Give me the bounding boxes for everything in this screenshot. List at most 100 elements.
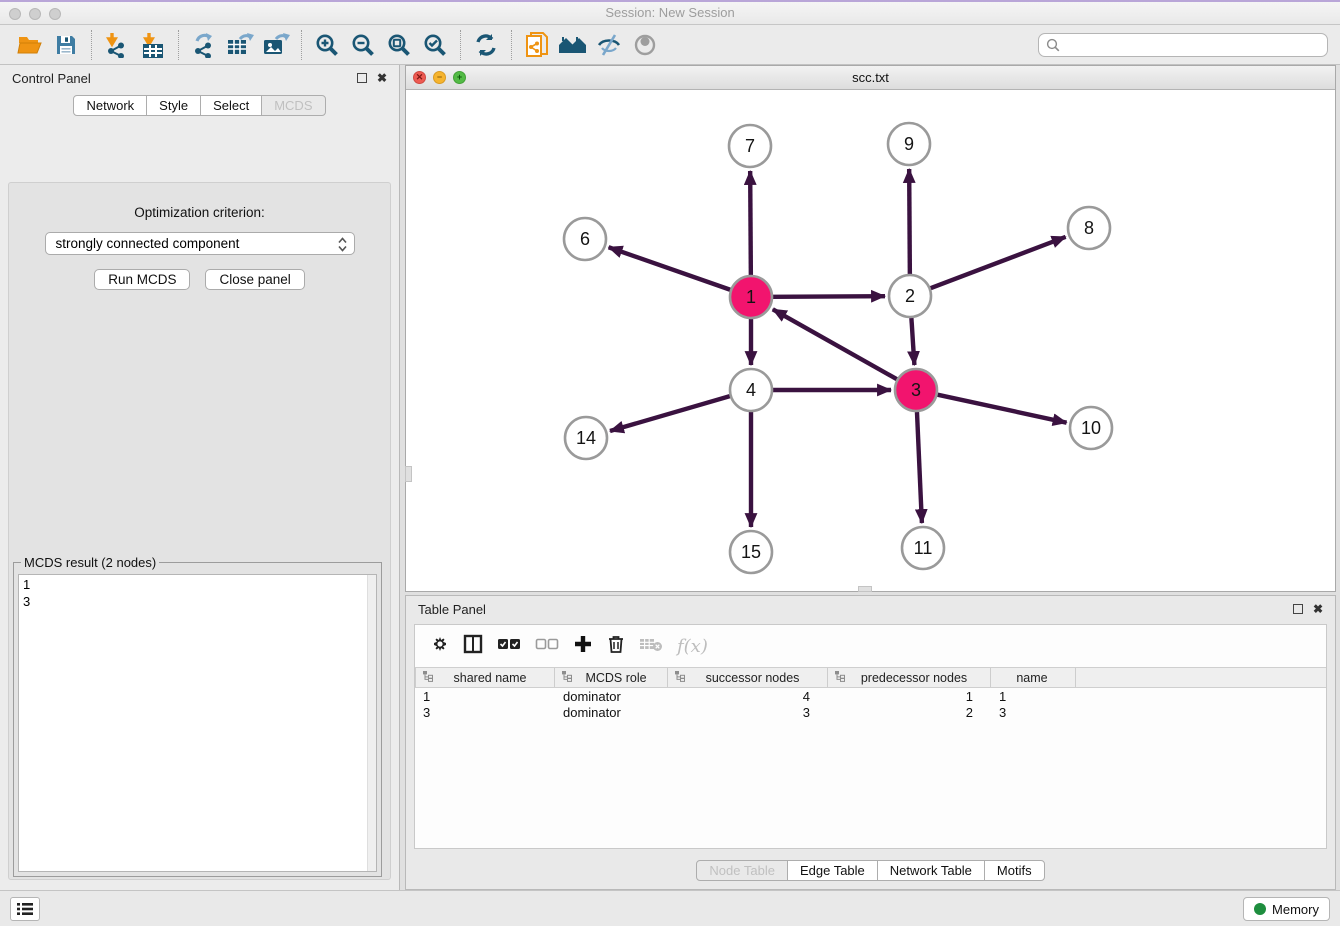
close-network-icon[interactable]: ✕ (413, 71, 426, 84)
memory-status-icon (1254, 903, 1266, 915)
network-title: scc.txt (406, 66, 1335, 90)
table-row[interactable]: 1dominator411 (415, 688, 1326, 704)
column-header-name[interactable]: name (991, 668, 1076, 687)
graph-node-3[interactable]: 3 (895, 369, 937, 411)
zoom-selected-icon[interactable] (417, 29, 453, 61)
add-column-icon[interactable] (573, 634, 593, 659)
graph-node-4[interactable]: 4 (730, 369, 772, 411)
tab-style[interactable]: Style (146, 95, 201, 116)
import-table-icon[interactable] (135, 29, 171, 61)
mcds-result-fieldset: MCDS result (2 nodes) 13 (13, 555, 382, 877)
tab-select[interactable]: Select (200, 95, 262, 116)
column-label: name (997, 671, 1075, 685)
window-titlebar: Session: New Session (0, 0, 1340, 25)
save-session-icon[interactable] (48, 29, 84, 61)
tab-mcds[interactable]: MCDS (261, 95, 325, 116)
tab-motifs[interactable]: Motifs (984, 860, 1045, 881)
splitter-grip[interactable] (858, 586, 872, 592)
zoom-in-icon[interactable] (309, 29, 345, 61)
edge-3-10[interactable] (937, 395, 1066, 423)
graph-node-11[interactable]: 11 (902, 527, 944, 569)
float-table-panel-icon[interactable] (1293, 604, 1303, 614)
graph-node-6[interactable]: 6 (564, 218, 606, 260)
minimize-window-icon[interactable] (29, 8, 41, 20)
select-all-columns-icon[interactable] (497, 637, 521, 656)
hide-selected-icon[interactable] (591, 29, 627, 61)
edge-2-9[interactable] (909, 169, 910, 274)
network-canvas[interactable]: 7 9 6 8 1 2 4 3 14 10 15 11 (406, 90, 1335, 591)
window-controls[interactable] (9, 8, 61, 20)
show-hidden-icon[interactable] (627, 29, 663, 61)
import-network-icon[interactable] (99, 29, 135, 61)
settings-gear-icon[interactable] (429, 634, 449, 659)
two-columns-icon[interactable] (463, 634, 483, 659)
graph-node-9[interactable]: 9 (888, 123, 930, 165)
result-scrollbar[interactable] (367, 575, 376, 871)
graph-node-14[interactable]: 14 (565, 417, 607, 459)
float-panel-icon[interactable] (357, 73, 367, 83)
zoom-out-icon[interactable] (345, 29, 381, 61)
edge-3-11[interactable] (917, 412, 922, 523)
minimize-network-icon[interactable]: − (433, 71, 446, 84)
tab-network[interactable]: Network (73, 95, 147, 116)
search-input[interactable] (1064, 37, 1320, 52)
run-mcds-button[interactable]: Run MCDS (94, 269, 190, 290)
control-panel: Control Panel ✖ NetworkStyleSelectMCDS O… (0, 65, 400, 890)
tab-network-table[interactable]: Network Table (877, 860, 985, 881)
delete-columns-icon[interactable] (607, 634, 625, 659)
edge-1-7[interactable] (750, 171, 751, 275)
first-neighbors-icon[interactable] (555, 29, 591, 61)
node-label: 14 (576, 428, 596, 448)
node-table-content: f(x) shared nameMCDS rolesuccessor nodes… (414, 624, 1327, 849)
tab-edge-table[interactable]: Edge Table (787, 860, 878, 881)
mcds-result-text[interactable]: 13 (18, 574, 377, 872)
node-label: 2 (905, 286, 915, 306)
open-session-icon[interactable] (12, 29, 48, 61)
maximize-window-icon[interactable] (49, 8, 61, 20)
graph-node-15[interactable]: 15 (730, 531, 772, 573)
column-label: shared name (434, 671, 554, 685)
criterion-dropdown[interactable]: strongly connected component (45, 232, 355, 255)
edge-3-1[interactable] (773, 309, 897, 379)
graph-node-8[interactable]: 8 (1068, 207, 1110, 249)
export-network-icon[interactable] (186, 29, 222, 61)
toolbar-separator (91, 30, 92, 60)
toolbar-separator (301, 30, 302, 60)
export-table-icon[interactable] (222, 29, 258, 61)
memory-button[interactable]: Memory (1243, 897, 1330, 921)
graph-node-1[interactable]: 1 (730, 276, 772, 318)
graph-node-7[interactable]: 7 (729, 125, 771, 167)
close-panel-icon[interactable]: ✖ (377, 72, 387, 84)
close-panel-button[interactable]: Close panel (205, 269, 304, 290)
graph-node-2[interactable]: 2 (889, 275, 931, 317)
network-window-titlebar[interactable]: ✕ − + scc.txt (406, 66, 1335, 90)
edge-2-8[interactable] (931, 237, 1066, 288)
edge-4-14[interactable] (610, 396, 730, 431)
edge-1-2[interactable] (773, 296, 885, 297)
criterion-value: strongly connected component (56, 236, 240, 251)
show-log-console-button[interactable] (10, 897, 40, 921)
control-panel-tabs: NetworkStyleSelectMCDS (0, 95, 399, 116)
column-header-shared-name[interactable]: shared name (415, 668, 555, 687)
splitter-grip[interactable] (405, 466, 412, 482)
graph-node-10[interactable]: 10 (1070, 407, 1112, 449)
zoom-fit-icon[interactable] (381, 29, 417, 61)
close-window-icon[interactable] (9, 8, 21, 20)
table-row[interactable]: 3dominator323 (415, 704, 1326, 720)
node-label: 10 (1081, 418, 1101, 438)
chevron-up-down-icon (338, 237, 347, 255)
column-header-successor-nodes[interactable]: successor nodes (668, 668, 828, 687)
edge-2-3[interactable] (911, 318, 914, 365)
tab-node-table[interactable]: Node Table (696, 860, 788, 881)
unselect-all-columns-icon[interactable] (535, 637, 559, 656)
zoom-network-icon[interactable]: + (453, 71, 466, 84)
column-header-predecessor-nodes[interactable]: predecessor nodes (828, 668, 991, 687)
cell-name: 1 (991, 689, 1076, 704)
clone-network-icon[interactable] (519, 29, 555, 61)
refresh-view-icon[interactable] (468, 29, 504, 61)
column-header-MCDS-role[interactable]: MCDS role (555, 668, 668, 687)
search-box[interactable] (1038, 33, 1328, 57)
close-table-panel-icon[interactable]: ✖ (1313, 603, 1323, 615)
export-image-icon[interactable] (258, 29, 294, 61)
edge-1-6[interactable] (609, 247, 731, 289)
